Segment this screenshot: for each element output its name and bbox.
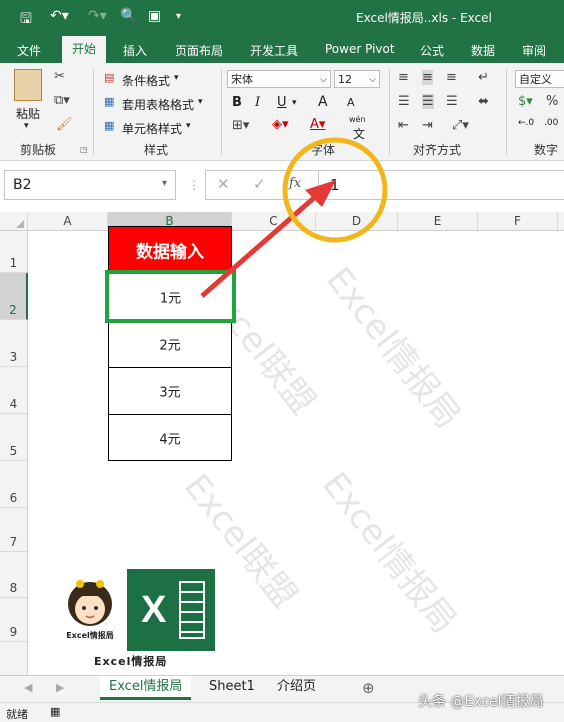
macro-record-icon[interactable]: ▦ (50, 705, 60, 718)
logo-caption: Excel情报局 (94, 655, 168, 668)
annotation-arrow (200, 195, 317, 298)
sheet-tab-excel[interactable]: Excel情报局 (100, 676, 192, 700)
add-sheet-icon[interactable]: ⊕ (362, 679, 375, 697)
sheet-tab-intro[interactable]: 介绍页 (268, 676, 325, 700)
sheet-tab-sheet1[interactable]: Sheet1 (200, 676, 264, 700)
scroll-left-icon[interactable]: ◀ (24, 681, 32, 694)
status-ready: 就绪 (6, 708, 28, 721)
excel-logo-icon: X (127, 569, 215, 651)
avatar: Excel情报局 (58, 578, 122, 642)
logo-badge: Excel情报局 (58, 630, 122, 642)
source-watermark: 头条 @Excel情报局 (418, 694, 544, 710)
highlight-circle (282, 137, 388, 243)
scroll-right-icon[interactable]: ▶ (56, 681, 64, 694)
